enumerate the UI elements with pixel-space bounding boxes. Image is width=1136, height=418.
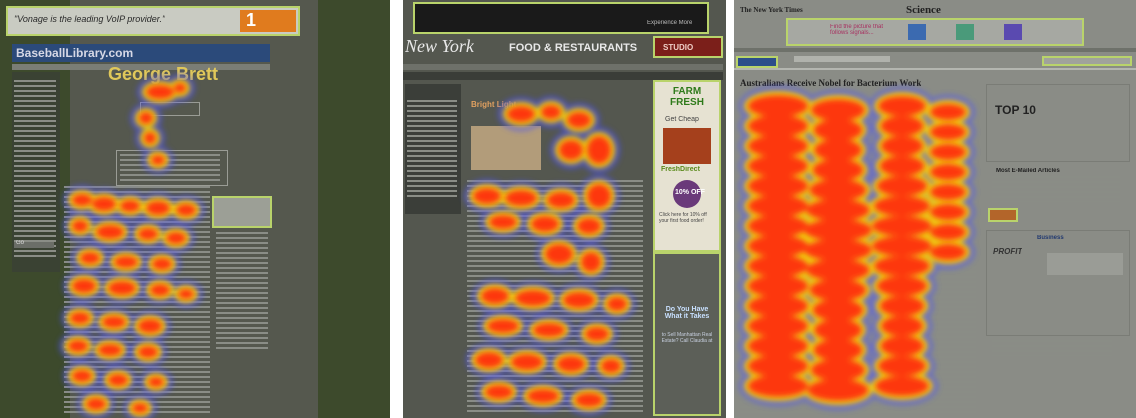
business-title: Business [1037,235,1064,241]
ad-realestate-title: Do You Have What it Takes [664,306,710,320]
article-photo [471,126,541,170]
article-headline: Australians Receive Nobel for Bacterium … [740,78,922,88]
heatmap-panel-nytimes: The New York Times Science Find the pict… [734,0,1136,418]
sidebar-links[interactable] [407,100,457,200]
heatmap-panel-newyork: Experience More New York FOOD & RESTAURA… [403,0,726,418]
business-box: Business PROFIT [986,230,1130,336]
sidebar-footer-links[interactable] [992,340,1112,356]
real-estate-ad[interactable]: Do You Have What it Takes to Sell Manhat… [653,252,721,416]
nav-bar[interactable] [403,72,723,80]
right-nav-link[interactable] [1042,56,1132,66]
article-headline: Bright Light [471,100,517,109]
nav-button[interactable] [736,56,778,68]
sidebar-top-label: TOP 10 [995,103,1036,117]
banner-ad-number: 1 [246,10,257,30]
site-logo: BaseballLibrary.com [16,46,134,60]
top-banner-ad[interactable]: Experience More [413,2,709,34]
side-ad-box[interactable] [212,196,272,228]
sidebar-ad-button[interactable] [988,208,1018,222]
right-green-border [318,0,390,418]
heatmap-panel-baseball: "Vonage is the leading VoIP provider." 1… [0,0,390,418]
article-body-text [467,180,643,412]
tab-row[interactable] [734,68,1136,70]
ad-fresh-sub: Get Cheap [665,116,699,123]
article-body-text [64,186,210,414]
masthead-logo: New York [405,36,474,56]
most-emailed-title: Most E-Mailed Articles [996,168,1060,174]
ad-coupon-sub: Click here for 10% off your first food o… [659,212,707,224]
section-title: FOOD & RESTAURANTS [509,42,638,54]
top-banner-ad[interactable]: "Vonage is the leading VoIP provider." 1 [6,6,300,36]
studio-badge-label: STUDIO [663,43,694,52]
banner-ad-text: "Vonage is the leading VoIP provider." [14,14,166,24]
ad-fresh-image [663,128,711,164]
banner-ad-image: 1 [240,10,296,32]
farm-fresh-ad[interactable]: FARM FRESH Get Cheap FreshDirect 10% OFF… [653,80,721,252]
sidebar-top-box: TOP 10 [986,84,1130,162]
ad-fresh-title: FARM FRESH [670,86,704,108]
top-banner-ad[interactable]: Find the picture that follows signals... [786,18,1084,46]
banner-ad-label: Experience More [647,20,693,26]
banner-ad-text: Find the picture that follows signals... [830,24,884,36]
ad-coupon: 10% OFF [675,189,705,196]
business-promo: PROFIT [993,247,1023,256]
search-bar[interactable] [403,64,723,70]
ad-fresh-logo: FreshDirect [661,166,700,173]
most-emailed-list[interactable] [992,176,1120,202]
business-image [1047,253,1123,275]
sidebar-links[interactable] [14,80,56,260]
search-input[interactable] [794,56,890,62]
ad-pic-1 [908,24,926,40]
nav-bar[interactable] [734,48,1136,52]
sidebar-button-label: Go [16,240,25,246]
ad-pic-2 [956,24,974,40]
stats-table-rows [120,154,220,182]
studio-badge[interactable]: STUDIO [653,36,723,58]
section-title: Science [906,4,941,16]
sidebar-button[interactable]: Go [14,240,54,248]
ad-realestate-body: to Sell Manhattan Real Estate? Call Clau… [661,332,713,344]
page-title: George Brett [108,64,219,84]
masthead-logo: The New York Times [740,6,803,14]
site-logo-bar[interactable]: BaseballLibrary.com [12,44,270,62]
coupon-seal: 10% OFF [673,180,705,208]
article-body-text [740,96,976,416]
player-photo-box [140,102,200,116]
side-links[interactable] [216,232,268,352]
ad-pic-3 [1004,24,1022,40]
